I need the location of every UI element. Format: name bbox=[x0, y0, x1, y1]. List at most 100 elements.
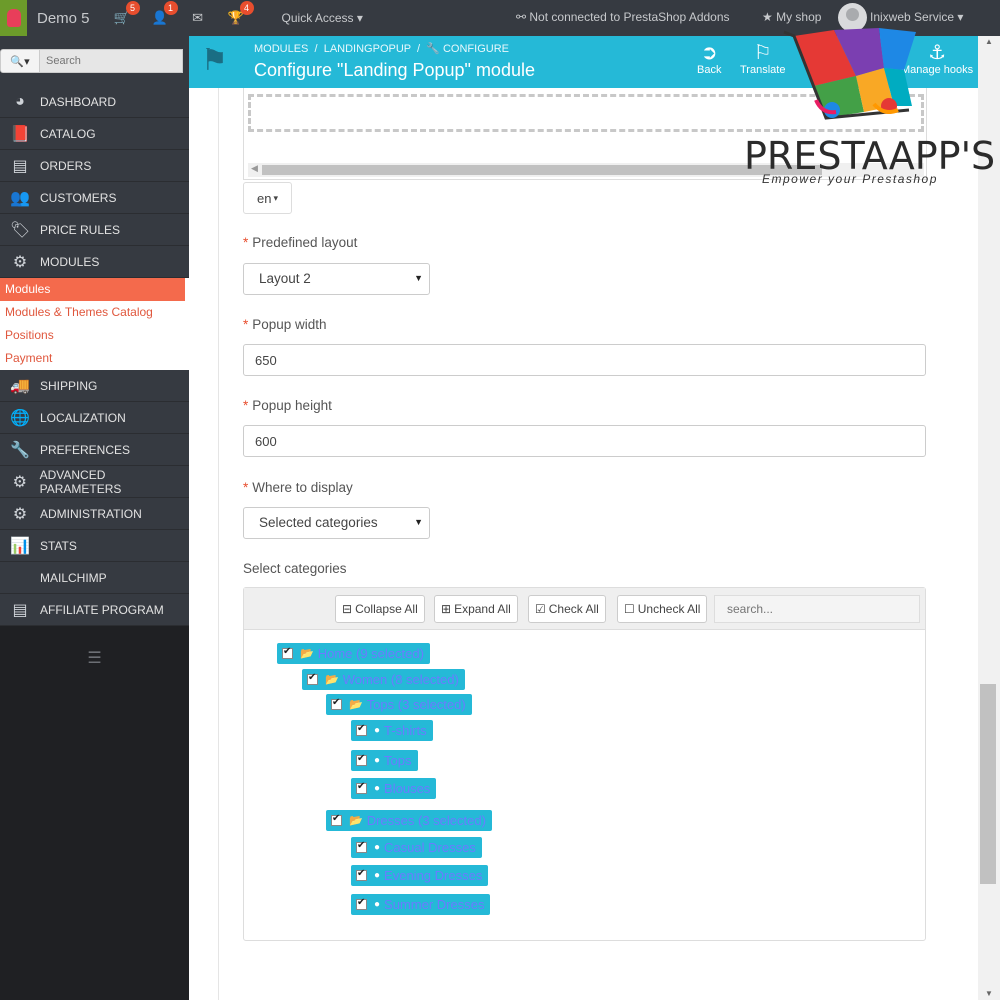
cart-count-badge: 5 bbox=[125, 1, 140, 15]
bar-chart-icon: 📊 bbox=[10, 537, 30, 555]
category-tree-panel: ⊟ Collapse All ⊞ Expand All ☑ Check All ☐ Un… bbox=[243, 587, 926, 941]
scroll-down-icon[interactable]: ▼ bbox=[985, 989, 993, 998]
bullet-icon: ● bbox=[374, 755, 381, 766]
sidebar-item-label: ADMINISTRATION bbox=[40, 506, 142, 521]
display-select[interactable]: Selected categories bbox=[243, 507, 430, 539]
checkbox[interactable] bbox=[356, 723, 367, 736]
checkbox[interactable] bbox=[282, 646, 293, 659]
trophy-notification[interactable]: 🏆 4 bbox=[227, 1, 254, 26]
checkbox[interactable] bbox=[356, 897, 367, 910]
tree-node-tops-leaf[interactable]: ●Tops bbox=[351, 750, 418, 771]
tree-node-tshirts[interactable]: ●T-shirts bbox=[351, 720, 433, 741]
sidebar-item-preferences[interactable]: 🔧 PREFERENCES bbox=[0, 434, 189, 466]
cart-notification[interactable]: 🛒 5 bbox=[113, 1, 140, 26]
breadcrumb-landingpopup[interactable]: LANDINGPOPUP bbox=[324, 43, 411, 55]
sidebar-item-catalog[interactable]: 📕 CATALOG bbox=[0, 118, 189, 150]
sidebar-item-label: STATS bbox=[40, 538, 77, 553]
tree-node-casual-dresses[interactable]: ●Casual Dresses bbox=[351, 837, 482, 858]
wrench-icon: 🔧 bbox=[10, 441, 30, 459]
checkbox[interactable] bbox=[331, 697, 342, 710]
sidebar-item-mailchimp[interactable]: MAILCHIMP bbox=[0, 562, 189, 594]
sidebar-item-label: DASHBOARD bbox=[40, 94, 117, 109]
sidebar-collapse-toggle[interactable]: ☰ bbox=[0, 648, 189, 668]
checkbox[interactable] bbox=[356, 781, 367, 794]
dashboard-icon: ◕ bbox=[15, 92, 25, 110]
folder-open-icon: 📂 bbox=[349, 699, 363, 711]
checkbox[interactable] bbox=[356, 753, 367, 766]
book-icon: 📕 bbox=[10, 125, 30, 143]
back-button[interactable]: ➲ Back bbox=[697, 42, 721, 76]
tree-node-women[interactable]: 📂Women (8 selected) bbox=[302, 669, 465, 690]
search-input[interactable] bbox=[40, 49, 183, 73]
globe-icon: 🌐 bbox=[10, 409, 30, 427]
sidebar-item-shipping[interactable]: 🚚 SHIPPING bbox=[0, 370, 189, 402]
sidebar-item-label: ADVANCED PARAMETERS bbox=[39, 467, 122, 496]
checkbox[interactable] bbox=[356, 840, 367, 853]
envelope-icon: ✉ bbox=[192, 10, 203, 25]
check-all-button[interactable]: ☑ Check All bbox=[528, 595, 606, 623]
layout-label: * Predefined layout bbox=[243, 235, 358, 250]
tree-node-tops[interactable]: 📂Tops (3 selected) bbox=[326, 694, 472, 715]
submenu-item-modules[interactable]: Modules bbox=[0, 278, 185, 301]
popup-width-input[interactable]: 650 bbox=[243, 344, 926, 376]
expand-all-button[interactable]: ⊞ Expand All bbox=[434, 595, 518, 623]
tree-node-summer-dresses[interactable]: ●Summer Dresses bbox=[351, 894, 491, 915]
sidebar-item-orders[interactable]: ▤ ORDERS bbox=[0, 150, 189, 182]
sidebar-item-label: SHIPPING bbox=[40, 378, 98, 393]
sidebar-item-customers[interactable]: 👥 CUSTOMERS bbox=[0, 182, 189, 214]
plus-square-icon: ⊞ bbox=[441, 602, 452, 616]
sidebar-item-label: MODULES bbox=[40, 254, 100, 269]
tree-toolbar: ⊟ Collapse All ⊞ Expand All ☑ Check All ☐ Un… bbox=[244, 588, 925, 630]
tree-node-evening-dresses[interactable]: ●Evening Dresses bbox=[351, 865, 489, 886]
checkbox[interactable] bbox=[356, 868, 367, 881]
breadcrumb-modules[interactable]: MODULES bbox=[254, 43, 308, 55]
sidebar-item-localization[interactable]: 🌐 LOCALIZATION bbox=[0, 402, 189, 434]
popup-height-input[interactable]: 600 bbox=[243, 425, 926, 457]
search-type-button[interactable]: 🔍▾ bbox=[0, 49, 40, 73]
language-dropdown[interactable]: en bbox=[243, 182, 292, 214]
cogs-icon: ⚙ bbox=[12, 473, 27, 491]
sidebar-item-affiliate-program[interactable]: ▤ AFFILIATE PROGRAM bbox=[0, 594, 189, 626]
addons-connection-link[interactable]: ⚯ Not connected to PrestaShop Addons bbox=[516, 10, 730, 24]
sidebar-item-dashboard[interactable]: ◕ DASHBOARD bbox=[0, 86, 189, 118]
sidebar-item-price-rules[interactable]: 🏷 PRICE RULES bbox=[0, 214, 189, 246]
checkbox[interactable] bbox=[331, 813, 342, 826]
sidebar-item-modules[interactable]: ⚙ MODULES bbox=[0, 246, 189, 278]
customers-notification[interactable]: 👤 1 bbox=[151, 1, 178, 26]
my-shop-link[interactable]: ★ My shop bbox=[762, 10, 821, 24]
credit-card-icon: ▤ bbox=[12, 157, 28, 175]
prestashop-logo[interactable] bbox=[0, 0, 27, 36]
checkbox[interactable] bbox=[307, 672, 318, 685]
sidebar-item-label: LOCALIZATION bbox=[40, 410, 126, 425]
tree-node-home[interactable]: 📂Home (9 selected) bbox=[277, 643, 430, 664]
search-icon: 🔍▾ bbox=[10, 55, 30, 68]
width-label: * Popup width bbox=[243, 317, 327, 332]
bullet-icon: ● bbox=[374, 842, 381, 853]
bullet-icon: ● bbox=[374, 899, 381, 910]
shop-name[interactable]: Demo 5 bbox=[37, 10, 90, 27]
scroll-left-icon[interactable]: ◀ bbox=[251, 163, 258, 174]
layout-select[interactable]: Layout 2 bbox=[243, 263, 430, 295]
sidebar-item-administration[interactable]: ⚙ ADMINISTRATION bbox=[0, 498, 189, 530]
sidebar-item-stats[interactable]: 📊 STATS bbox=[0, 530, 189, 562]
submenu-item-catalog[interactable]: Modules & Themes Catalog bbox=[0, 301, 189, 324]
tree-node-dresses[interactable]: 📂Dresses (3 selected) bbox=[326, 810, 492, 831]
quick-access-dropdown[interactable]: Quick Access bbox=[282, 11, 363, 25]
page-title: Configure "Landing Popup" module bbox=[254, 60, 535, 80]
user-menu-dropdown[interactable]: Inixweb Service bbox=[870, 10, 963, 24]
scrollbar-thumb[interactable] bbox=[980, 684, 996, 884]
collapse-all-button[interactable]: ⊟ Collapse All bbox=[335, 595, 425, 623]
uncheck-all-button[interactable]: ☐ Uncheck All bbox=[617, 595, 708, 623]
messages-notification[interactable]: ✉ bbox=[190, 10, 206, 26]
trophy-count-badge: 4 bbox=[239, 1, 254, 15]
submenu-item-positions[interactable]: Positions bbox=[0, 324, 189, 347]
sidebar-item-advanced-parameters[interactable]: ⚙ ADVANCED PARAMETERS bbox=[0, 466, 189, 498]
submenu-item-payment[interactable]: Payment bbox=[0, 347, 189, 370]
puzzle-icon: ⚙ bbox=[12, 253, 28, 271]
tree-node-blouses[interactable]: ●Blouses bbox=[351, 778, 437, 799]
users-icon: 👥 bbox=[10, 189, 30, 207]
truck-icon: 🚚 bbox=[10, 377, 30, 395]
tags-icon: 🏷 bbox=[9, 221, 31, 239]
wrench-icon: 🔧 bbox=[426, 43, 440, 55]
tree-search-input[interactable] bbox=[714, 595, 920, 623]
